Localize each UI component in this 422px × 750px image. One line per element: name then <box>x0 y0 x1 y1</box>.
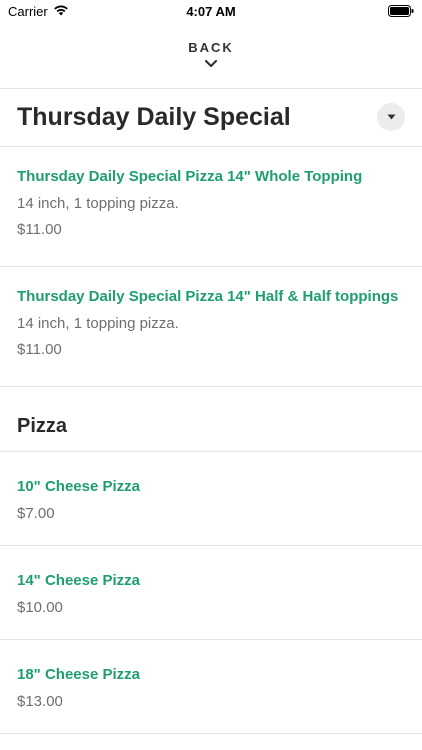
item-description: 14 inch, 1 topping pizza. <box>17 315 179 332</box>
item-price: $13.00 <box>17 693 63 710</box>
back-button[interactable]: BACK <box>0 22 422 89</box>
caret-down-icon <box>387 114 395 120</box>
item-name: Thursday Daily Special Pizza 14" Half & … <box>17 288 399 305</box>
menu-item[interactable]: 10" Cheese Pizza $7.00 <box>0 452 422 546</box>
item-price: $11.00 <box>17 221 62 238</box>
item-name: 10" Cheese Pizza <box>17 478 141 495</box>
menu-item[interactable]: Thursday Daily Special Pizza 14" Half & … <box>0 267 422 387</box>
item-name: 18" Cheese Pizza <box>17 666 141 683</box>
section-dropdown-button[interactable] <box>377 103 405 131</box>
item-name: Thursday Daily Special Pizza 14" Whole T… <box>17 168 363 185</box>
section-title: Pizza <box>17 415 68 437</box>
item-price: $11.00 <box>17 341 62 358</box>
battery-icon <box>388 5 414 20</box>
section-header-pizza: Pizza <box>0 387 422 452</box>
clock: 4:07 AM <box>186 4 236 19</box>
menu-item[interactable]: 18" Cheese Pizza $13.00 <box>0 640 422 734</box>
item-description: 14 inch, 1 topping pizza. <box>17 195 179 212</box>
item-name: 14" Cheese Pizza <box>17 572 141 589</box>
section-header-thursday-special: Thursday Daily Special <box>0 89 422 147</box>
menu-item[interactable]: 14" Cheese Pizza $10.00 <box>0 546 422 640</box>
item-price: $7.00 <box>17 505 55 522</box>
back-label: BACK <box>188 40 234 55</box>
chevron-down-icon <box>204 59 218 68</box>
item-price: $10.00 <box>17 599 63 616</box>
section-title: Thursday Daily Special <box>17 103 291 131</box>
menu-item[interactable]: Thursday Daily Special Pizza 14" Whole T… <box>0 147 422 267</box>
status-bar: Carrier 4:07 AM <box>0 0 422 22</box>
